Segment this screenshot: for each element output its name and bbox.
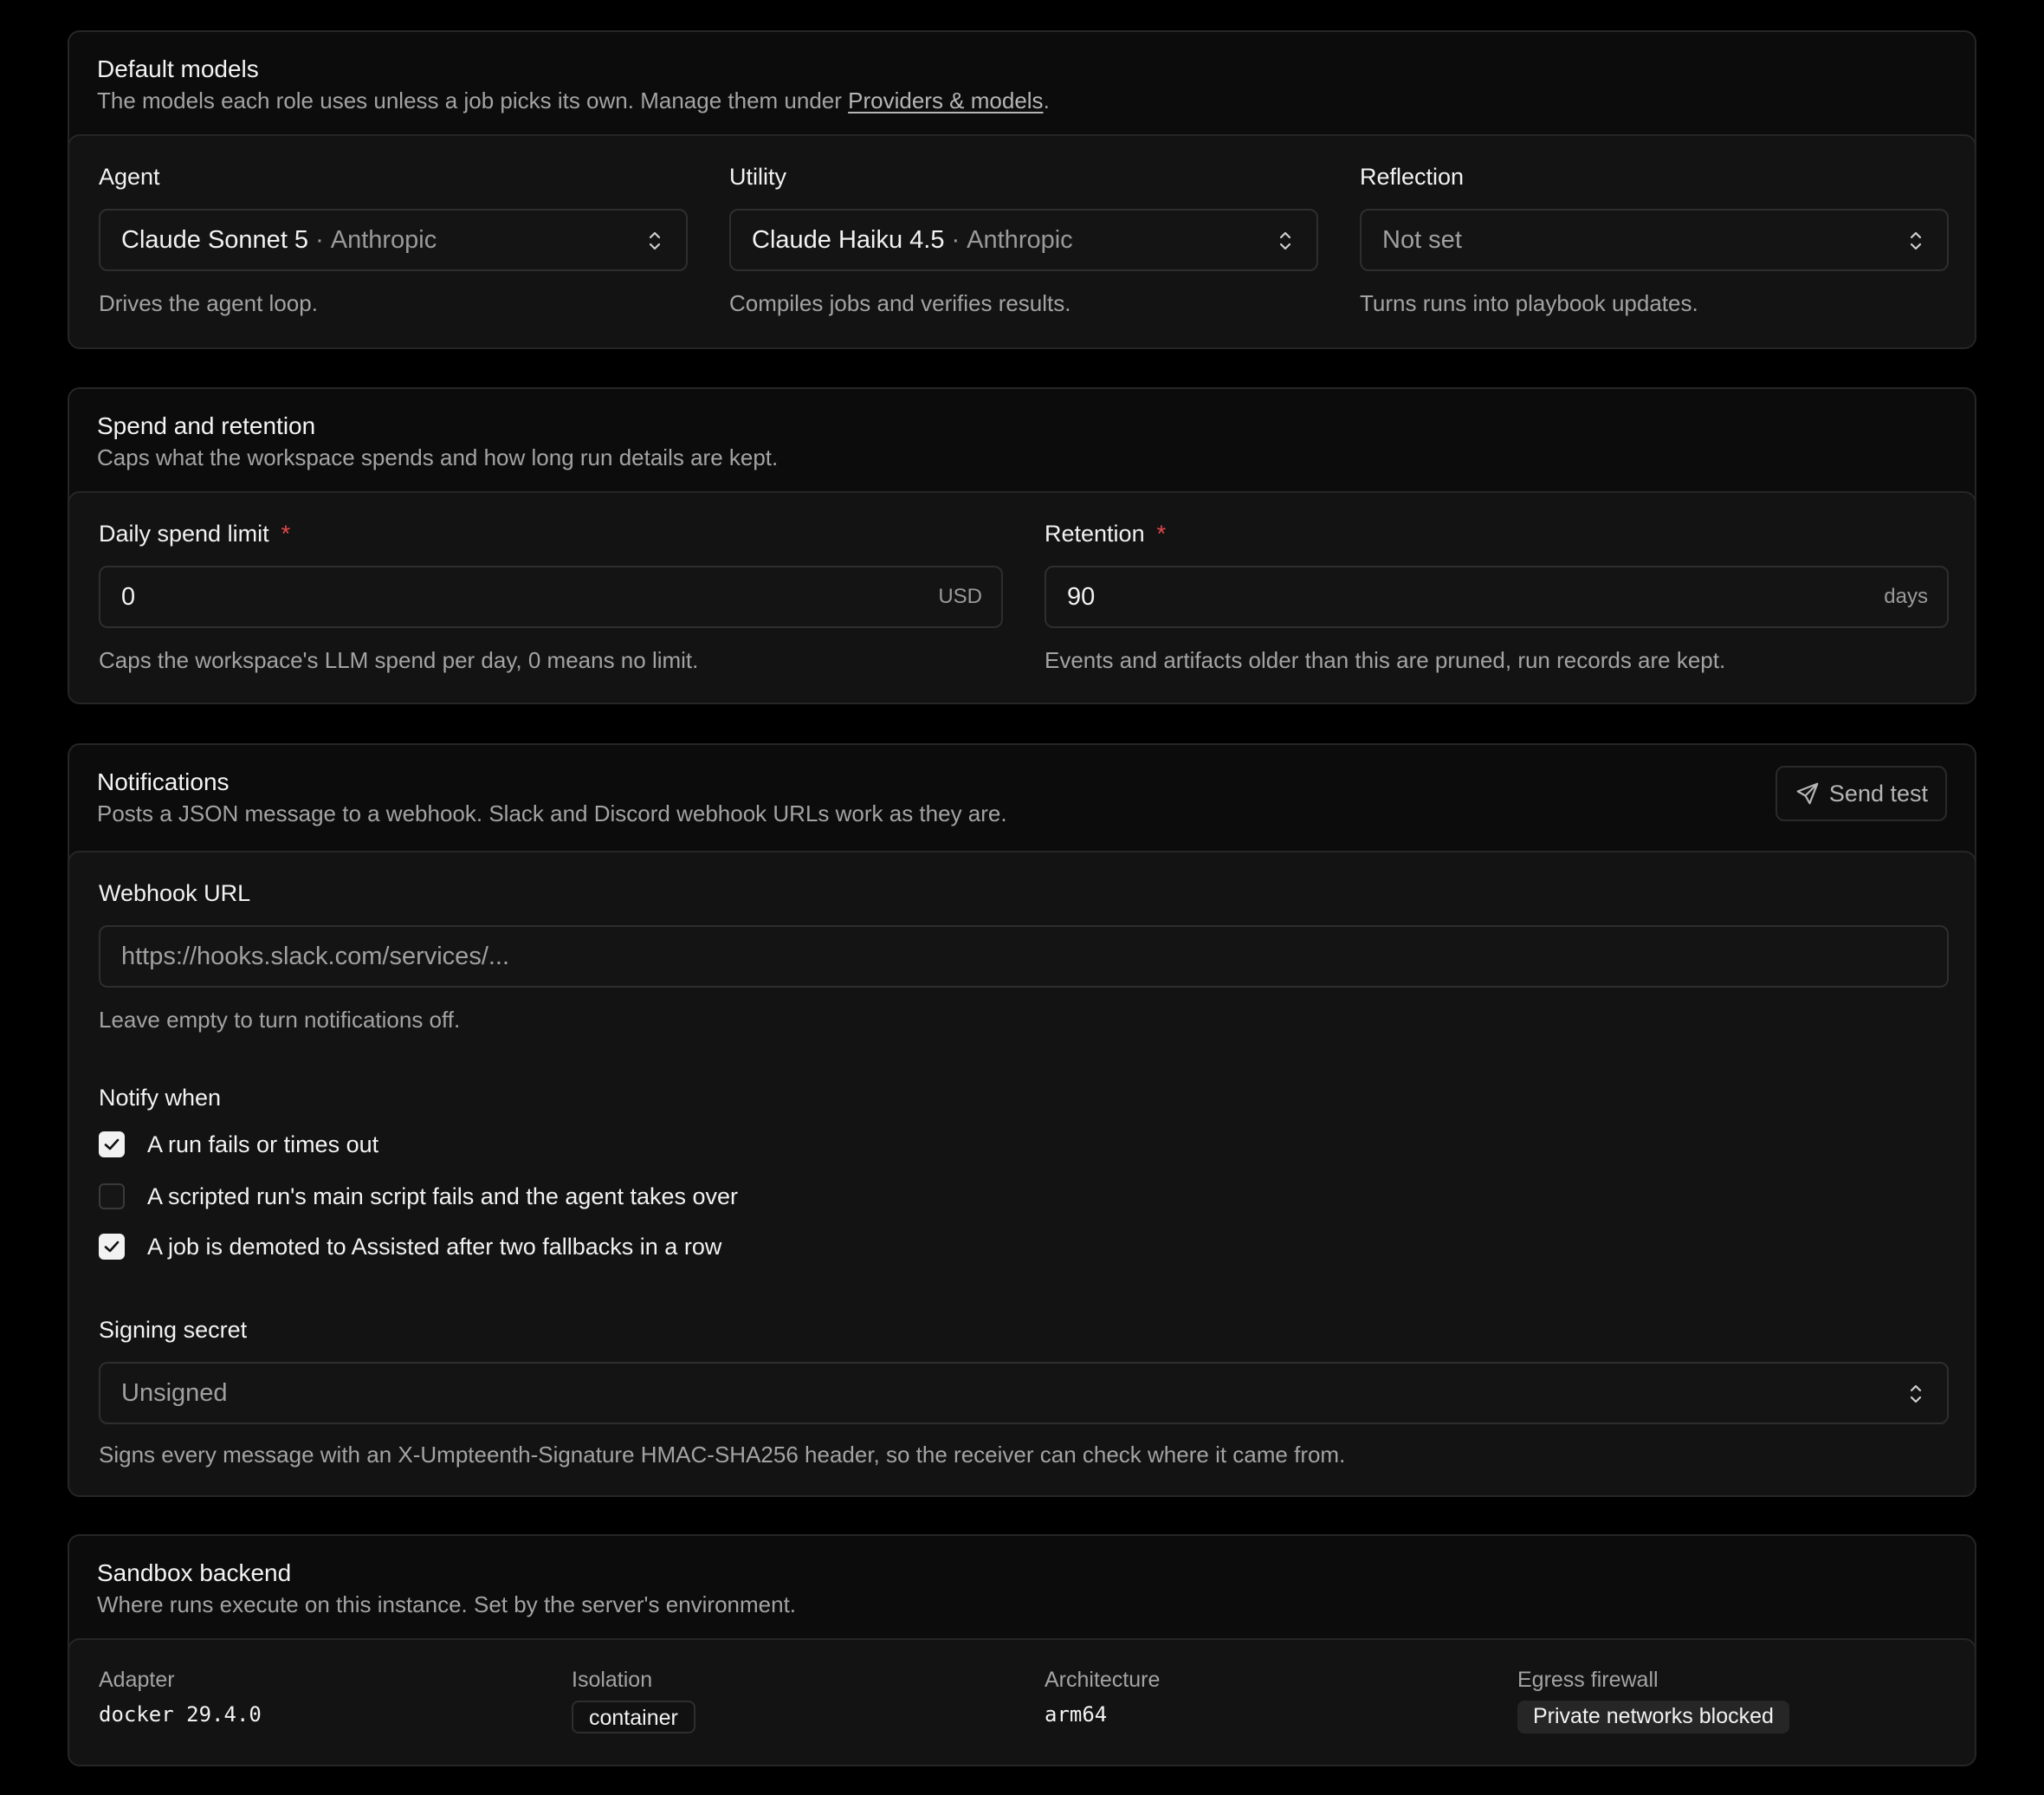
agent-model-name: Claude Sonnet 5 <box>121 225 309 254</box>
signing-secret-value: Unsigned <box>121 1378 228 1407</box>
adapter-label: Adapter <box>99 1668 175 1692</box>
utility-model-select[interactable]: Claude Haiku 4.5 · Anthropic <box>729 209 1318 271</box>
daily-spend-label: Daily spend limit * <box>99 519 290 548</box>
default-models-card: Default models The models each role uses… <box>68 30 1976 349</box>
chevron-up-down-icon <box>1910 231 1922 250</box>
utility-model-name: Claude Haiku 4.5 <box>752 225 945 254</box>
webhook-url-input[interactable]: https://hooks.slack.com/services/... <box>99 925 1949 988</box>
default-models-header: Default models The models each role uses… <box>69 32 1975 134</box>
signing-secret-label: Signing secret <box>99 1317 248 1343</box>
description-suffix: . <box>1043 87 1050 113</box>
signing-secret-help: Signs every message with an X-Umpteenth-… <box>99 1442 1346 1468</box>
retention-value: 90 <box>1067 582 1096 611</box>
agent-provider-name: Anthropic <box>330 225 437 254</box>
section-title: Sandbox backend <box>97 1559 292 1586</box>
reflection-placeholder: Not set <box>1382 225 1462 254</box>
providers-models-link[interactable]: Providers & models <box>848 87 1043 113</box>
sandbox-backend-body: Adapter docker 29.4.0 Isolation containe… <box>69 1638 1975 1765</box>
signing-secret-select[interactable]: Unsigned <box>99 1362 1949 1424</box>
separator-dot: · <box>951 225 961 254</box>
checkbox-job-demoted[interactable] <box>99 1234 125 1260</box>
daily-spend-value: 0 <box>121 582 136 611</box>
option-label-job-demoted: A job is demoted to Assisted after two f… <box>147 1234 722 1260</box>
spend-retention-body: Daily spend limit * 0 USD Caps the worksp… <box>69 491 1975 703</box>
chevron-up-down-icon <box>1910 1384 1922 1403</box>
section-title: Notifications <box>97 768 230 795</box>
webhook-label: Webhook URL <box>99 880 251 906</box>
required-indicator: * <box>281 521 291 547</box>
send-icon <box>1796 782 1819 805</box>
notify-when-label: Notify when <box>99 1085 222 1111</box>
agent-model-select[interactable]: Claude Sonnet 5 · Anthropic <box>99 209 688 271</box>
section-title: Default models <box>97 55 259 82</box>
adapter-value: docker 29.4.0 <box>99 1702 262 1727</box>
option-label-script-fails: A scripted run's main script fails and t… <box>147 1183 739 1209</box>
utility-label: Utility <box>729 164 786 190</box>
notifications-body: Webhook URL https://hooks.slack.com/serv… <box>69 851 1975 1495</box>
reflection-label: Reflection <box>1360 164 1465 190</box>
section-description: The models each role uses unless a job p… <box>97 86 1947 115</box>
webhook-placeholder: https://hooks.slack.com/services/... <box>121 942 510 970</box>
isolation-label: Isolation <box>572 1668 653 1692</box>
checkbox-script-fails[interactable] <box>99 1183 125 1209</box>
isolation-badge: container <box>572 1701 695 1733</box>
retention-label-text: Retention <box>1045 521 1145 547</box>
notifications-header: Notifications Posts a JSON message to a … <box>69 745 1975 851</box>
send-test-button[interactable]: Send test <box>1775 766 1947 821</box>
send-test-label: Send test <box>1828 780 1928 807</box>
egress-firewall-badge: Private networks blocked <box>1517 1701 1789 1733</box>
daily-spend-help: Caps the workspace's LLM spend per day, … <box>99 647 699 673</box>
checkbox-run-fails[interactable] <box>99 1131 125 1157</box>
description-text: The models each role uses unless a job p… <box>97 87 849 113</box>
reflection-model-select[interactable]: Not set <box>1360 209 1949 271</box>
daily-spend-input[interactable]: 0 USD <box>99 566 1003 628</box>
section-description: Posts a JSON message to a webhook. Slack… <box>97 800 1007 826</box>
default-models-body: Agent Claude Sonnet 5 · Anthropic Drives t… <box>69 134 1975 347</box>
retention-label: Retention * <box>1045 519 1166 548</box>
chevron-up-down-icon <box>1279 231 1291 250</box>
checkmark-icon <box>104 1241 120 1253</box>
webhook-help: Leave empty to turn notifications off. <box>99 1007 461 1033</box>
section-description: Caps what the workspace spends and how l… <box>97 444 779 470</box>
architecture-value: arm64 <box>1045 1702 1108 1727</box>
spend-retention-card: Spend and retention Caps what the worksp… <box>68 387 1976 704</box>
retention-input[interactable]: 90 days <box>1045 566 1949 628</box>
agent-help: Drives the agent loop. <box>99 290 318 316</box>
architecture-label: Architecture <box>1045 1668 1161 1692</box>
agent-label: Agent <box>99 164 160 190</box>
section-title: Spend and retention <box>97 412 316 439</box>
sandbox-backend-header: Sandbox backend Where runs execute on th… <box>69 1536 1975 1638</box>
notifications-card: Notifications Posts a JSON message to a … <box>68 743 1976 1497</box>
currency-unit: USD <box>938 585 982 608</box>
days-unit: days <box>1884 585 1928 608</box>
egress-firewall-label: Egress firewall <box>1517 1668 1659 1692</box>
separator-dot: · <box>315 225 324 254</box>
sandbox-backend-card: Sandbox backend Where runs execute on th… <box>68 1534 1976 1766</box>
utility-provider-name: Anthropic <box>967 225 1073 254</box>
chevron-up-down-icon <box>649 231 661 250</box>
required-indicator: * <box>1156 521 1167 547</box>
option-label-run-fails: A run fails or times out <box>147 1131 379 1157</box>
spend-retention-header: Spend and retention Caps what the worksp… <box>69 389 1975 491</box>
utility-help: Compiles jobs and verifies results. <box>729 290 1071 316</box>
checkmark-icon <box>104 1138 120 1150</box>
daily-spend-label-text: Daily spend limit <box>99 521 269 547</box>
retention-help: Events and artifacts older than this are… <box>1045 647 1726 673</box>
section-description: Where runs execute on this instance. Set… <box>97 1591 797 1617</box>
reflection-help: Turns runs into playbook updates. <box>1360 290 1698 316</box>
